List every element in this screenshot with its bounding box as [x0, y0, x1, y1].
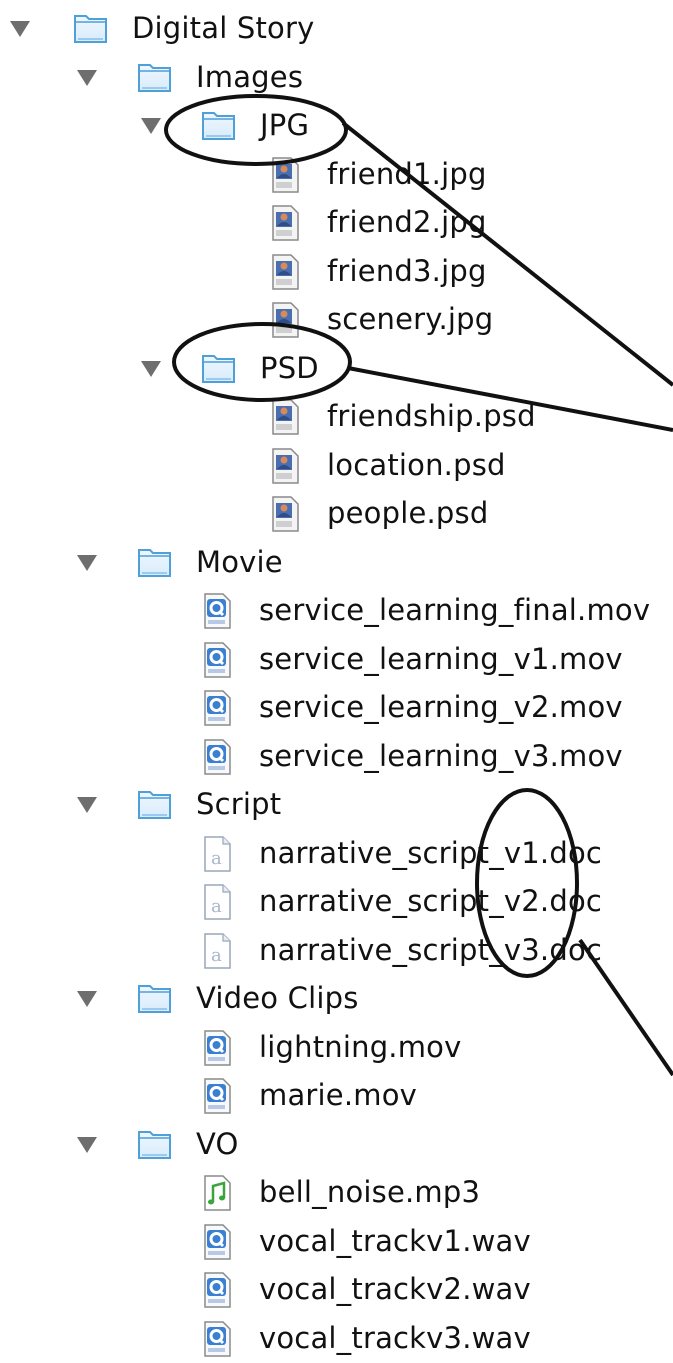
file-label: service_learning_v1.mov — [259, 641, 623, 676]
file-row-vocal-trackv3-wav[interactable]: vocal_trackv3.wav — [0, 1315, 673, 1363]
quicktime-file-icon — [202, 1029, 232, 1070]
folder-label: VO — [196, 1126, 239, 1161]
file-label: friend3.jpg — [327, 253, 487, 288]
file-row-friend1-jpg[interactable]: friend1.jpg — [0, 151, 673, 199]
folder-label: Video Clips — [196, 981, 359, 1015]
folder-label: Script — [196, 787, 282, 821]
file-label: narrative_script_v2.doc — [259, 884, 603, 918]
quicktime-file-icon — [202, 738, 232, 779]
file-label: location.psd — [327, 447, 506, 482]
file-label: marie.mov — [259, 1078, 418, 1112]
svg-text:a: a — [211, 945, 222, 966]
file-label: service_learning_v3.mov — [259, 738, 623, 773]
file-row-narrative-script-v2-doc[interactable]: a narrative_script_v2.doc — [0, 878, 673, 926]
image-file-icon — [270, 205, 300, 245]
quicktime-file-icon — [202, 641, 232, 682]
folder-row-images[interactable]: Images — [0, 54, 673, 102]
file-label: people.psd — [327, 496, 489, 530]
image-file-icon — [270, 253, 300, 294]
quicktime-file-icon — [202, 593, 232, 633]
folder-label: Images — [196, 59, 304, 94]
folder-row-movie[interactable]: Movie — [0, 539, 673, 587]
folder-label: PSD — [260, 350, 319, 385]
file-label: lightning.mov — [259, 1029, 462, 1064]
file-label: service_learning_final.mov — [259, 593, 651, 627]
file-row-service-learning-v2-mov[interactable]: service_learning_v2.mov — [0, 684, 673, 732]
document-file-icon: a — [202, 884, 232, 924]
file-row-bell-noise-mp3[interactable]: bell_noise.mp3 — [0, 1169, 673, 1217]
folder-row-video-clips[interactable]: Video Clips — [0, 975, 673, 1023]
disclosure-triangle-icon[interactable] — [77, 69, 97, 86]
folder-row-digital-story[interactable]: Digital Story — [0, 5, 673, 53]
file-label: friend1.jpg — [327, 156, 487, 191]
folder-label: JPG — [260, 108, 310, 142]
file-label: vocal_trackv1.wav — [259, 1223, 531, 1258]
document-file-icon: a — [202, 932, 232, 973]
folder-icon — [200, 351, 238, 389]
folder-icon — [136, 1127, 174, 1165]
file-row-friendship-psd[interactable]: friendship.psd — [0, 393, 673, 441]
image-file-icon — [270, 302, 300, 342]
image-file-icon — [270, 447, 300, 488]
file-tree: Digital Story Images JPG friend1.jpg fri… — [0, 0, 673, 1357]
file-row-service-learning-v3-mov[interactable]: service_learning_v3.mov — [0, 733, 673, 781]
file-row-lightning-mov[interactable]: lightning.mov — [0, 1024, 673, 1072]
folder-icon — [72, 11, 110, 49]
file-row-scenery-jpg[interactable]: scenery.jpg — [0, 296, 673, 344]
disclosure-triangle-icon[interactable] — [77, 554, 97, 571]
file-label: friend2.jpg — [327, 205, 487, 239]
quicktime-file-icon — [202, 1078, 232, 1118]
disclosure-triangle-icon[interactable] — [77, 991, 97, 1007]
folder-label: Movie — [196, 544, 283, 579]
image-file-icon — [270, 156, 300, 197]
folder-icon — [136, 981, 174, 1019]
document-file-icon: a — [202, 835, 232, 876]
quicktime-file-icon — [202, 1320, 232, 1361]
file-row-location-psd[interactable]: location.psd — [0, 442, 673, 490]
file-row-narrative-script-v1-doc[interactable]: a narrative_script_v1.doc — [0, 830, 673, 878]
quicktime-file-icon — [202, 1223, 232, 1264]
disclosure-triangle-icon[interactable] — [141, 118, 161, 134]
file-row-service-learning-final-mov[interactable]: service_learning_final.mov — [0, 587, 673, 635]
svg-text:a: a — [211, 896, 222, 917]
file-row-friend3-jpg[interactable]: friend3.jpg — [0, 248, 673, 296]
file-row-people-psd[interactable]: people.psd — [0, 490, 673, 538]
folder-icon — [136, 787, 174, 825]
folder-icon — [136, 60, 174, 98]
file-label: scenery.jpg — [327, 302, 494, 336]
file-row-vocal-trackv2-wav[interactable]: vocal_trackv2.wav — [0, 1266, 673, 1314]
file-label: narrative_script_v3.doc — [259, 932, 603, 967]
audio-file-icon — [202, 1175, 232, 1215]
disclosure-triangle-icon[interactable] — [141, 360, 161, 377]
folder-row-vo[interactable]: VO — [0, 1121, 673, 1169]
quicktime-file-icon — [202, 690, 232, 730]
folder-row-script[interactable]: Script — [0, 781, 673, 829]
file-row-narrative-script-v3-doc[interactable]: a narrative_script_v3.doc — [0, 927, 673, 975]
image-file-icon — [270, 399, 300, 439]
file-row-service-learning-v1-mov[interactable]: service_learning_v1.mov — [0, 636, 673, 684]
file-label: vocal_trackv3.wav — [259, 1320, 531, 1355]
folder-label: Digital Story — [132, 11, 315, 45]
file-label: vocal_trackv2.wav — [259, 1272, 531, 1306]
image-file-icon — [270, 496, 300, 536]
folder-icon — [136, 545, 174, 583]
file-label: friendship.psd — [327, 399, 536, 433]
file-row-vocal-trackv1-wav[interactable]: vocal_trackv1.wav — [0, 1218, 673, 1266]
file-label: bell_noise.mp3 — [259, 1175, 481, 1209]
disclosure-triangle-icon[interactable] — [77, 1136, 97, 1153]
file-row-marie-mov[interactable]: marie.mov — [0, 1072, 673, 1120]
disclosure-triangle-icon[interactable] — [10, 21, 30, 37]
folder-row-psd[interactable]: PSD — [0, 345, 673, 393]
disclosure-triangle-icon[interactable] — [77, 797, 97, 813]
quicktime-file-icon — [202, 1272, 232, 1312]
folder-row-jpg[interactable]: JPG — [0, 102, 673, 150]
file-label: narrative_script_v1.doc — [259, 835, 603, 870]
file-row-friend2-jpg[interactable]: friend2.jpg — [0, 199, 673, 247]
folder-icon — [200, 108, 238, 146]
file-label: service_learning_v2.mov — [259, 690, 623, 724]
svg-text:a: a — [211, 848, 222, 869]
